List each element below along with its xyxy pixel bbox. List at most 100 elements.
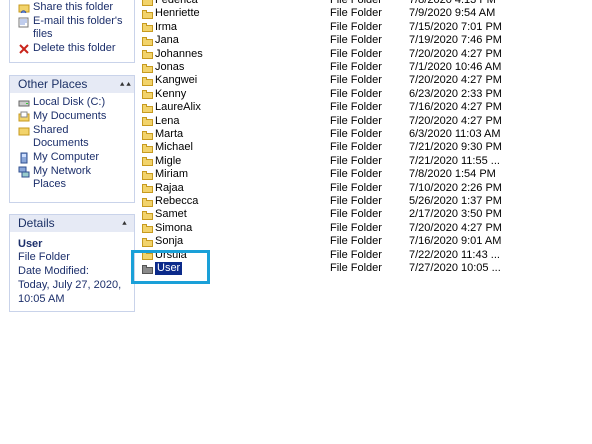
other-places-title: Other Places — [18, 77, 88, 91]
file-row[interactable]: Jana File Folder 7/19/2020 7:46 PM — [142, 34, 572, 47]
file-date-modified: 6/3/2020 11:03 AM — [409, 128, 501, 140]
file-name: Simona — [155, 221, 193, 234]
file-name-cell: Michael — [142, 141, 193, 154]
highlight-annotation — [131, 250, 210, 284]
place-local-disk[interactable]: Local Disk (C:) — [18, 96, 128, 109]
details-modified-value: Today, July 27, 2020, 10:05 AM — [18, 279, 122, 305]
folder-icon — [142, 63, 153, 73]
folder-icon — [142, 130, 153, 140]
folder-icon — [18, 111, 30, 123]
folder-icon — [142, 23, 153, 33]
details-header[interactable]: Details ⯅ — [10, 214, 134, 232]
place-shared-documents-label: Shared Documents — [33, 124, 89, 149]
file-row[interactable]: Kangwei File Folder 7/20/2020 4:27 PM — [142, 74, 572, 87]
place-shared-documents[interactable]: Shared Documents — [18, 124, 128, 150]
file-name-cell: Henriette — [142, 7, 200, 20]
file-type: File Folder — [330, 47, 382, 60]
file-type: File Folder — [330, 34, 382, 47]
place-my-network[interactable]: My Network Places — [18, 165, 128, 191]
file-row[interactable]: Henriette File Folder 7/9/2020 9:54 AM — [142, 7, 572, 20]
file-date-modified: 7/10/2020 2:26 PM — [409, 181, 502, 194]
file-row[interactable]: Kenny File Folder 6/23/2020 2:33 PM — [142, 88, 572, 101]
share-folder-task[interactable]: Share this folder — [18, 1, 128, 14]
task-pane: Share this folder E-mail this folder's f… — [0, 0, 137, 444]
details-box: Details ⯅ User File Folder Date Modified… — [9, 214, 135, 312]
file-row[interactable]: Samet File Folder 2/17/2020 3:50 PM — [142, 208, 572, 221]
network-icon — [18, 166, 30, 178]
file-name-cell: LaureAlix — [142, 101, 201, 114]
file-type: File Folder — [330, 101, 382, 114]
file-row[interactable]: Federica File Folder 7/8/2020 4:13 PM — [142, 0, 572, 7]
delete-folder-task[interactable]: Delete this folder — [18, 42, 128, 55]
email-files-task[interactable]: E-mail this folder's files — [18, 15, 128, 41]
collapse-chevron-icon[interactable]: ⯅ — [119, 218, 130, 229]
file-name: Jana — [155, 34, 179, 47]
collapse-chevron-icon[interactable]: ⯅⯅ — [119, 79, 132, 90]
file-date-modified: 7/21/2020 11:55 ... — [409, 154, 500, 167]
folder-icon — [142, 9, 153, 19]
file-date-modified: 7/16/2020 4:27 PM — [409, 101, 502, 114]
file-row[interactable]: Rebecca File Folder 5/26/2020 1:37 PM — [142, 195, 572, 208]
file-row[interactable]: Johannes File Folder 7/20/2020 4:27 PM — [142, 48, 572, 61]
place-local-disk-label: Local Disk (C:) — [33, 96, 106, 108]
place-my-documents[interactable]: My Documents — [18, 110, 128, 123]
place-my-computer-label: My Computer — [33, 151, 100, 163]
computer-icon — [18, 152, 30, 164]
file-date-modified: 2/17/2020 3:50 PM — [409, 208, 502, 221]
file-type: File Folder — [330, 181, 382, 194]
place-my-documents-label: My Documents — [33, 110, 107, 122]
file-type: File Folder — [330, 7, 382, 20]
folder-icon — [142, 224, 153, 234]
folder-icon — [142, 197, 153, 207]
file-name-cell: Jana — [142, 34, 179, 47]
file-row[interactable]: Jonas File Folder 7/1/2020 10:46 AM — [142, 61, 572, 74]
file-row[interactable]: LaureAlix File Folder 7/16/2020 4:27 PM — [142, 101, 572, 114]
file-row[interactable]: Migle File Folder 7/21/2020 11:55 ... — [142, 155, 572, 168]
file-name-cell: Simona — [142, 222, 192, 235]
file-date-modified: 7/8/2020 4:13 PM — [409, 0, 496, 6]
file-row[interactable]: Sonja File Folder 7/16/2020 9:01 AM — [142, 235, 572, 248]
file-name-cell: Lena — [142, 115, 179, 128]
file-row[interactable]: Irma File Folder 7/15/2020 7:01 PM — [142, 21, 572, 34]
file-date-modified: 7/20/2020 4:27 PM — [409, 74, 502, 87]
share-icon — [18, 2, 30, 14]
file-date-modified: 7/8/2020 1:54 PM — [409, 168, 496, 181]
file-date-modified: 5/26/2020 1:37 PM — [409, 195, 502, 207]
file-name: Sonja — [155, 235, 184, 248]
folder-icon — [142, 184, 153, 194]
folder-icon — [142, 103, 153, 113]
file-type: File Folder — [330, 154, 382, 167]
file-type: File Folder — [330, 141, 382, 154]
file-type: File Folder — [330, 262, 382, 274]
file-type: File Folder — [330, 128, 382, 140]
folder-icon — [142, 170, 153, 180]
file-row[interactable]: Michael File Folder 7/21/2020 9:30 PM — [142, 141, 572, 154]
file-row[interactable]: Miriam File Folder 7/8/2020 1:54 PM — [142, 168, 572, 181]
file-name-cell: Kenny — [142, 88, 186, 101]
folder-icon — [142, 210, 153, 220]
file-row[interactable]: Lena File Folder 7/20/2020 4:27 PM — [142, 115, 572, 128]
file-name-cell: Federica — [142, 0, 198, 7]
folder-icon — [142, 117, 153, 127]
file-name: LaureAlix — [155, 101, 201, 114]
file-type: File Folder — [330, 61, 382, 73]
file-name: Jonas — [155, 61, 185, 73]
file-row[interactable]: Marta File Folder 6/3/2020 11:03 AM — [142, 128, 572, 141]
file-date-modified: 7/20/2020 4:27 PM — [409, 47, 502, 60]
other-places-header[interactable]: Other Places ⯅⯅ — [10, 75, 134, 93]
file-name: Miriam — [155, 168, 188, 181]
file-name: Irma — [155, 20, 177, 33]
place-my-network-label: My Network Places — [33, 165, 92, 190]
file-name: Rajaa — [155, 181, 184, 194]
folder-icon — [18, 125, 30, 137]
file-list: Federica File Folder 7/8/2020 4:13 PM Henri… — [142, 0, 592, 444]
file-name-cell: Irma — [142, 21, 177, 34]
file-name: Marta — [155, 128, 184, 140]
delete-icon — [18, 43, 30, 55]
place-my-computer[interactable]: My Computer — [18, 151, 128, 164]
other-places-box: Other Places ⯅⯅ Local Disk (C:) My Docum… — [9, 75, 135, 203]
file-row[interactable]: Simona File Folder 7/20/2020 4:27 PM — [142, 222, 572, 235]
file-name: Lena — [155, 114, 180, 127]
file-name: Michael — [155, 141, 193, 154]
file-row[interactable]: Rajaa File Folder 7/10/2020 2:26 PM — [142, 182, 572, 195]
